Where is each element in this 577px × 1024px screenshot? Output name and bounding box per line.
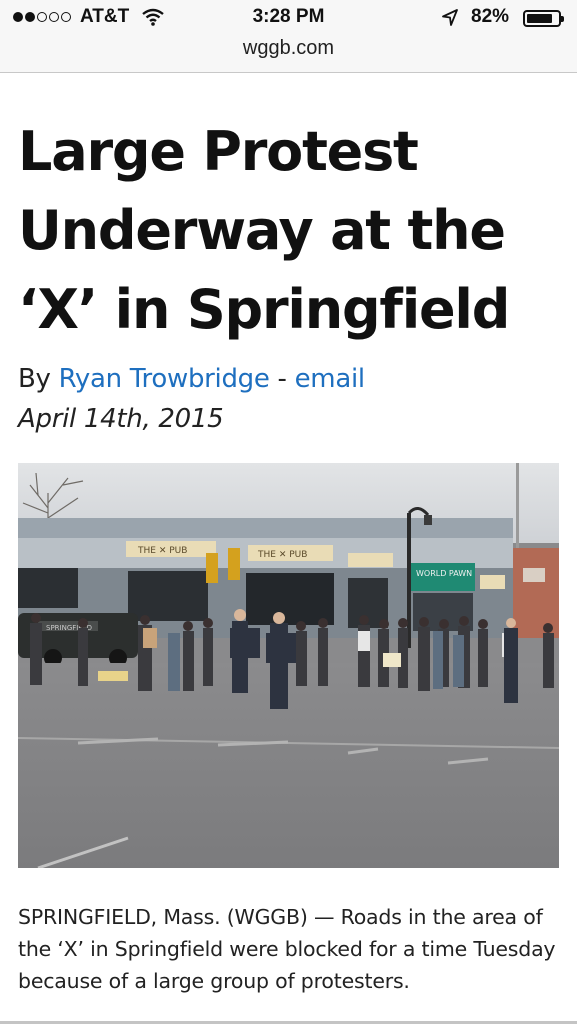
byline-separator: - (269, 364, 295, 394)
byline-prefix: By (18, 364, 59, 394)
svg-text:THE ✕ PUB: THE ✕ PUB (257, 550, 307, 560)
email-link[interactable]: email (295, 364, 366, 394)
article-body: SPRINGFIELD, Mass. (WGGB) — Roads in the… (18, 905, 556, 993)
author-link[interactable]: Ryan Trowbridge (59, 364, 270, 394)
protest-scene-image: THE ✕ PUB THE ✕ PUB WORLD PAWN SPRINGFIE… (18, 463, 559, 868)
battery-percent: 82% (471, 6, 510, 27)
battery-icon (523, 10, 564, 27)
location-arrow-icon (441, 8, 459, 34)
status-bar: AT&T 3:28 PM 82% (0, 0, 577, 38)
battery-fill (527, 14, 552, 23)
publish-date: April 14th, 2015 (18, 404, 224, 434)
svg-text:WORLD PAWN: WORLD PAWN (416, 569, 472, 578)
byline: By Ryan Trowbridge - email (18, 364, 365, 394)
browser-header: AT&T 3:28 PM 82% wggb.com (0, 0, 577, 73)
svg-text:THE ✕ PUB: THE ✕ PUB (137, 546, 187, 556)
url-bar[interactable]: wggb.com (0, 37, 577, 60)
article-photo: THE ✕ PUB THE ✕ PUB WORLD PAWN SPRINGFIE… (18, 463, 559, 868)
article-title: Large Protest Underway at the ‘X’ in Spr… (18, 120, 510, 341)
